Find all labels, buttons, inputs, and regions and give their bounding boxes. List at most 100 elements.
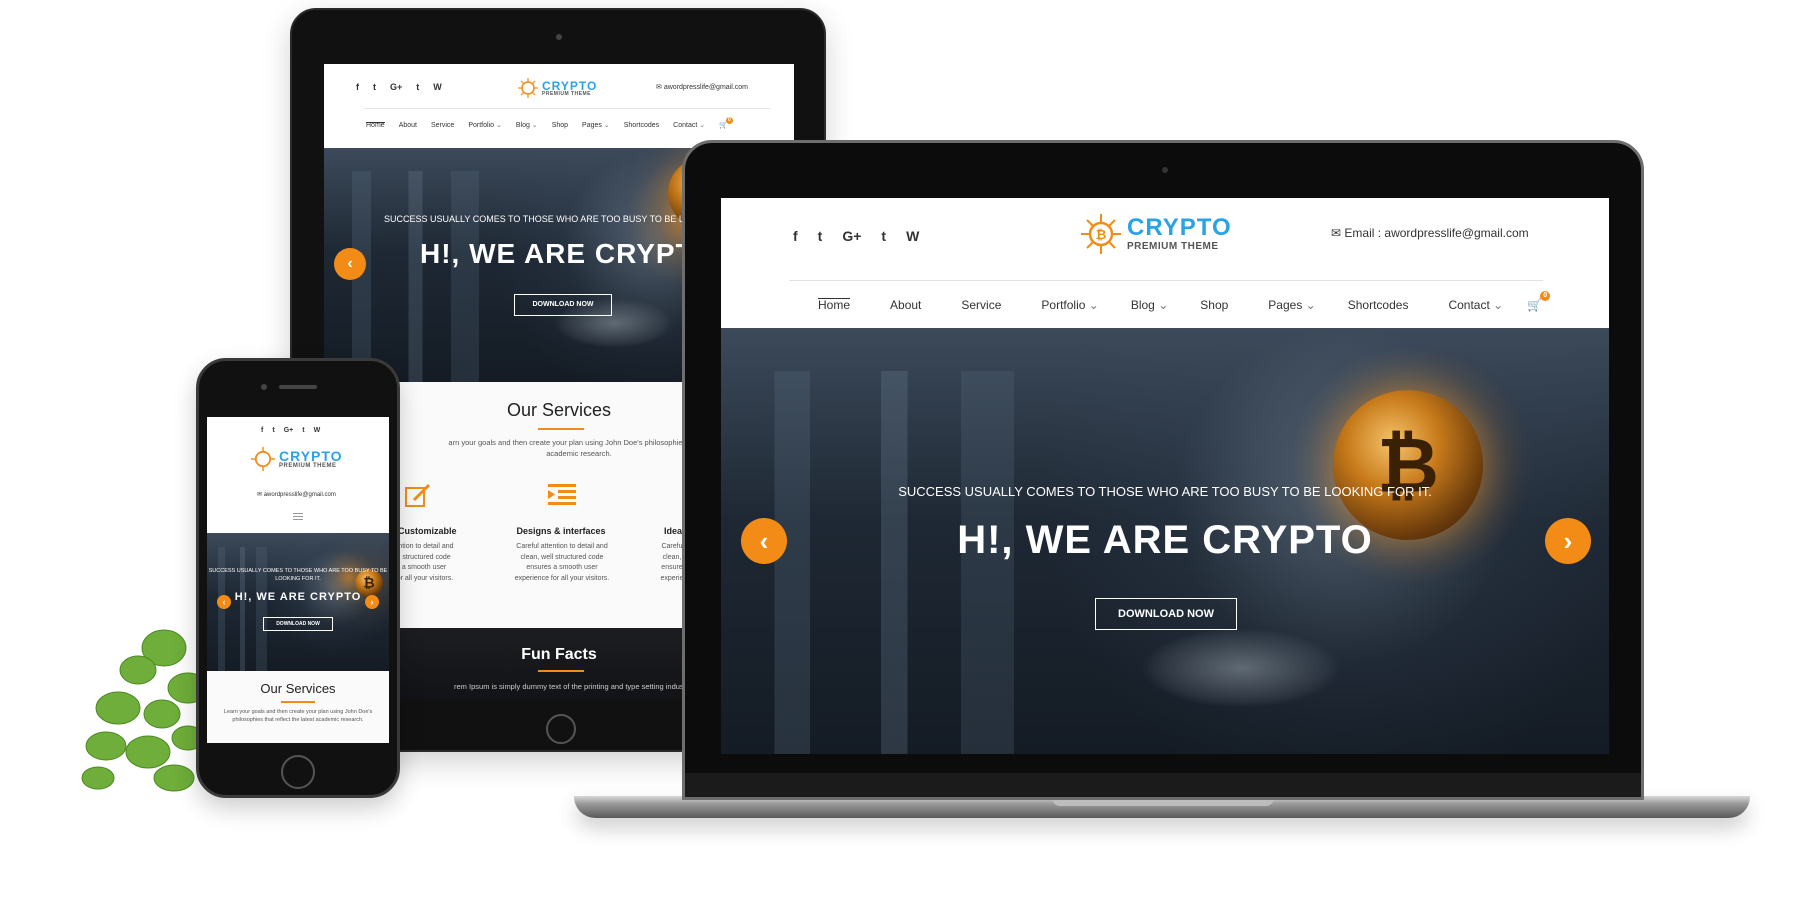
wordpress-icon[interactable]: W bbox=[433, 82, 442, 92]
next-slide-button[interactable]: › bbox=[365, 595, 379, 609]
phone-social-icons: f t G+ t W bbox=[261, 427, 320, 434]
wordpress-icon[interactable]: W bbox=[314, 427, 321, 434]
tablet-home-button[interactable] bbox=[546, 714, 576, 744]
cart-icon[interactable]: 🛒 0 bbox=[1527, 291, 1551, 312]
title-underline bbox=[538, 428, 584, 430]
laptop-email: ✉ Email : awordpresslife@gmail.com bbox=[1331, 226, 1529, 240]
phone-services: Our Services Learn your goals and then c… bbox=[207, 671, 389, 743]
phone-hero: ₿ SUCCESS USUALLY COMES TO THOSE WHO ARE… bbox=[207, 533, 389, 671]
nav-portfolio[interactable]: Portfolio ⌄ bbox=[1041, 298, 1098, 312]
tumblr-icon[interactable]: t bbox=[881, 228, 886, 244]
laptop-screen: f t G+ t W ₿ CRYPTO PREMIUM THEME ✉ Emai… bbox=[721, 198, 1609, 754]
facebook-icon[interactable]: f bbox=[261, 427, 263, 434]
download-button[interactable]: DOWNLOAD NOW bbox=[263, 617, 333, 631]
chevron-down-icon: ⌄ bbox=[699, 122, 706, 129]
laptop-social-icons: f t G+ t W bbox=[793, 228, 919, 244]
chevron-down-icon: ⌄ bbox=[603, 122, 610, 129]
title-underline bbox=[538, 670, 584, 672]
phone-speaker bbox=[279, 385, 317, 389]
nav-about[interactable]: About bbox=[890, 298, 921, 312]
nav-contact[interactable]: Contact ⌄ bbox=[1448, 298, 1503, 312]
hero-subtitle: SUCCESS USUALLY COMES TO THOSE WHO ARE T… bbox=[208, 568, 388, 583]
hamburger-menu-icon[interactable] bbox=[293, 513, 303, 520]
nav-about[interactable]: About bbox=[399, 122, 417, 129]
twitter-icon[interactable]: t bbox=[272, 427, 274, 434]
nav-pages[interactable]: Pages ⌄ bbox=[1268, 298, 1315, 312]
hero-subtitle: SUCCESS USUALLY COMES TO THOSE WHO ARE T… bbox=[898, 484, 1432, 499]
download-button[interactable]: DOWNLOAD NOW bbox=[1095, 598, 1237, 630]
feature-text: Careful attention to detail and clean, we… bbox=[514, 543, 610, 582]
prev-slide-button[interactable]: ‹ bbox=[741, 518, 787, 564]
feature-title: Customizable bbox=[398, 526, 457, 536]
phone-home-button[interactable] bbox=[281, 755, 315, 789]
logo-circuit-icon bbox=[251, 447, 275, 471]
svg-text:₿: ₿ bbox=[1096, 228, 1107, 243]
hero-title: H!, WE ARE CRYPTO bbox=[957, 518, 1373, 562]
tumblr-icon[interactable]: t bbox=[302, 427, 304, 434]
tablet-nav: Home About Service Portfolio ⌄ Blog ⌄ Sh… bbox=[366, 117, 733, 129]
facebook-icon[interactable]: f bbox=[356, 82, 359, 92]
nav-shortcodes[interactable]: Shortcodes bbox=[1348, 298, 1409, 312]
nav-shop[interactable]: Shop bbox=[552, 122, 568, 129]
nav-shop[interactable]: Shop bbox=[1200, 298, 1228, 312]
tumblr-icon[interactable]: t bbox=[416, 82, 419, 92]
prev-slide-button[interactable]: ‹ bbox=[334, 248, 366, 280]
google-plus-icon[interactable]: G+ bbox=[284, 427, 294, 434]
phone-logo[interactable]: CRYPTO PREMIUM THEME bbox=[251, 447, 343, 471]
laptop-hero: ₿ SUCCESS USUALLY COMES TO THOSE WHO ARE… bbox=[721, 328, 1609, 754]
hero-skyline bbox=[207, 546, 389, 671]
google-plus-icon[interactable]: G+ bbox=[390, 82, 402, 92]
nav-shortcodes[interactable]: Shortcodes bbox=[624, 122, 659, 129]
phone-camera bbox=[261, 384, 267, 390]
download-button[interactable]: DOWNLOAD NOW bbox=[514, 294, 612, 316]
nav-blog[interactable]: Blog ⌄ bbox=[516, 121, 538, 129]
phone-screen: f t G+ t W CRYPTO PREMIUM THEME ✉ awordp… bbox=[207, 417, 389, 743]
nav-blog[interactable]: Blog ⌄ bbox=[1131, 298, 1168, 312]
phone-email: ✉ awordpresslife@gmail.com bbox=[257, 492, 336, 498]
tablet-logo[interactable]: CRYPTO PREMIUM THEME bbox=[518, 78, 597, 98]
list-indent-icon bbox=[548, 484, 576, 505]
hero-title: H!, WE ARE CRYPTO bbox=[234, 591, 362, 603]
wordpress-icon[interactable]: W bbox=[906, 228, 919, 244]
laptop-divider bbox=[789, 280, 1543, 281]
logo-word: CRYPTO bbox=[279, 448, 343, 464]
chevron-down-icon: ⌄ bbox=[531, 122, 538, 129]
logo-circuit-icon bbox=[518, 78, 538, 98]
twitter-icon[interactable]: t bbox=[373, 82, 376, 92]
twitter-icon[interactable]: t bbox=[818, 228, 823, 244]
services-intro: Learn your goals and then create your pl… bbox=[223, 709, 373, 723]
nav-home[interactable]: Home bbox=[818, 298, 851, 312]
cart-icon[interactable]: 🛒 0 bbox=[719, 117, 733, 129]
pencil-edit-icon bbox=[405, 483, 431, 507]
laptop-logo[interactable]: ₿ CRYPTO PREMIUM THEME bbox=[1081, 214, 1232, 254]
chevron-down-icon: ⌄ bbox=[495, 122, 502, 129]
nav-portfolio[interactable]: Portfolio ⌄ bbox=[468, 121, 502, 129]
envelope-icon: ✉ bbox=[1331, 226, 1342, 240]
logo-word: CRYPTO bbox=[1127, 214, 1232, 241]
laptop-device: f t G+ t W ₿ CRYPTO PREMIUM THEME ✉ Emai… bbox=[682, 140, 1644, 800]
cart-badge: 0 bbox=[1540, 291, 1551, 301]
nav-service[interactable]: Service bbox=[431, 122, 454, 129]
nav-service[interactable]: Service bbox=[961, 298, 1001, 312]
chevron-down-icon: ⌄ bbox=[1305, 298, 1316, 312]
laptop-nav: Home About Service Portfolio ⌄ Blog ⌄ Sh… bbox=[818, 291, 1551, 312]
logo-word: CRYPTO bbox=[542, 78, 598, 93]
next-slide-button[interactable]: › bbox=[1545, 518, 1591, 564]
chevron-down-icon: ⌄ bbox=[1158, 298, 1169, 312]
facebook-icon[interactable]: f bbox=[793, 228, 798, 244]
phone-device: f t G+ t W CRYPTO PREMIUM THEME ✉ awordp… bbox=[196, 358, 400, 798]
nav-pages[interactable]: Pages ⌄ bbox=[582, 121, 610, 129]
logo-circuit-icon: ₿ bbox=[1081, 214, 1121, 254]
logo-sub: PREMIUM THEME bbox=[279, 463, 337, 469]
nav-home[interactable]: Home bbox=[366, 121, 385, 129]
services-title: Our Services bbox=[260, 681, 336, 696]
feature-title: Designs & interfaces bbox=[516, 526, 606, 536]
logo-sub: PREMIUM THEME bbox=[1127, 241, 1219, 252]
prev-slide-button[interactable]: ‹ bbox=[217, 595, 231, 609]
google-plus-icon[interactable]: G+ bbox=[842, 228, 861, 244]
logo-sub: PREMIUM THEME bbox=[542, 90, 591, 97]
tablet-email: ✉ awordpresslife@gmail.com bbox=[656, 84, 748, 91]
title-underline bbox=[281, 701, 315, 703]
tablet-camera bbox=[556, 34, 562, 40]
nav-contact[interactable]: Contact ⌄ bbox=[673, 121, 705, 129]
